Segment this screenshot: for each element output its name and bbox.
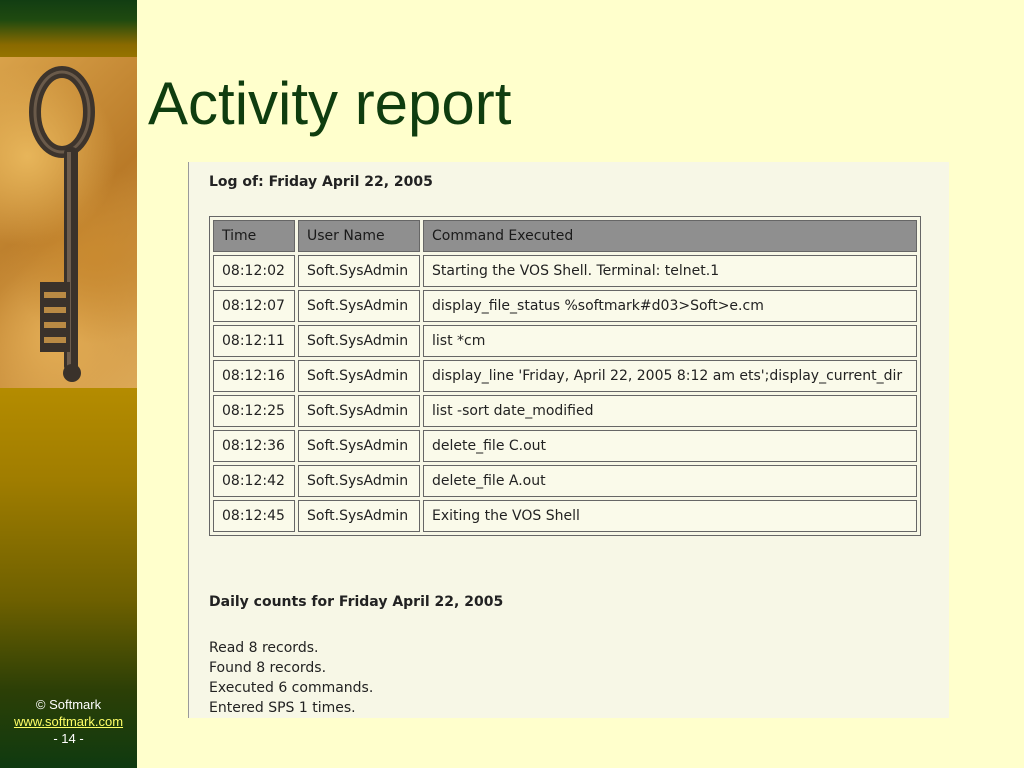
command-cell: display_file_status %softmark#d03>Soft>e… — [423, 290, 917, 322]
time-cell: 08:12:45 — [213, 500, 295, 532]
command-cell: Exiting the VOS Shell — [423, 500, 917, 532]
time-cell: 08:12:16 — [213, 360, 295, 392]
user-cell: Soft.SysAdmin — [298, 395, 420, 427]
report-panel: Log of: Friday April 22, 2005 Time User … — [188, 162, 949, 718]
time-cell: 08:12:07 — [213, 290, 295, 322]
command-cell: list *cm — [423, 325, 917, 357]
time-cell: 08:12:36 — [213, 430, 295, 462]
count-line: Read 8 records. — [209, 640, 319, 656]
column-header-time: Time — [213, 220, 295, 252]
table-row: 08:12:36 Soft.SysAdmin delete_file C.out — [213, 430, 917, 462]
old-key-icon — [0, 57, 137, 388]
count-line: Found 8 records. — [209, 660, 327, 676]
command-cell: Starting the VOS Shell. Terminal: telnet… — [423, 255, 917, 287]
time-cell: 08:12:02 — [213, 255, 295, 287]
slide-footer: © Softmark www.softmark.com - 14 - — [0, 696, 137, 747]
daily-counts-list: Read 8 records. Found 8 records. Execute… — [209, 638, 373, 718]
count-line: Entered SPS 1 times. — [209, 700, 356, 716]
command-cell: delete_file A.out — [423, 465, 917, 497]
count-line: Executed 6 commands. — [209, 680, 374, 696]
website-link[interactable]: www.softmark.com — [14, 714, 123, 729]
sidebar-band: © Softmark www.softmark.com - 14 - — [0, 0, 137, 768]
user-cell: Soft.SysAdmin — [298, 360, 420, 392]
log-heading: Log of: Friday April 22, 2005 — [209, 174, 433, 190]
user-cell: Soft.SysAdmin — [298, 465, 420, 497]
time-cell: 08:12:42 — [213, 465, 295, 497]
time-cell: 08:12:25 — [213, 395, 295, 427]
user-cell: Soft.SysAdmin — [298, 325, 420, 357]
activity-log-table: Time User Name Command Executed 08:12:02… — [209, 216, 921, 536]
command-cell: display_line 'Friday, April 22, 2005 8:1… — [423, 360, 917, 392]
table-header-row: Time User Name Command Executed — [213, 220, 917, 252]
table-row: 08:12:16 Soft.SysAdmin display_line 'Fri… — [213, 360, 917, 392]
table-row: 08:12:42 Soft.SysAdmin delete_file A.out — [213, 465, 917, 497]
command-cell: delete_file C.out — [423, 430, 917, 462]
table-row: 08:12:02 Soft.SysAdmin Starting the VOS … — [213, 255, 917, 287]
column-header-user-name: User Name — [298, 220, 420, 252]
copyright-text: © Softmark — [35, 697, 102, 712]
column-header-command: Command Executed — [423, 220, 917, 252]
user-cell: Soft.SysAdmin — [298, 430, 420, 462]
user-cell: Soft.SysAdmin — [298, 255, 420, 287]
time-cell: 08:12:11 — [213, 325, 295, 357]
table-row: 08:12:07 Soft.SysAdmin display_file_stat… — [213, 290, 917, 322]
page-number: - 14 - — [53, 731, 84, 746]
slide-title: Activity report — [148, 70, 512, 137]
table-row: 08:12:45 Soft.SysAdmin Exiting the VOS S… — [213, 500, 917, 532]
table-row: 08:12:11 Soft.SysAdmin list *cm — [213, 325, 917, 357]
user-cell: Soft.SysAdmin — [298, 290, 420, 322]
user-cell: Soft.SysAdmin — [298, 500, 420, 532]
daily-counts-heading: Daily counts for Friday April 22, 2005 — [209, 594, 504, 610]
command-cell: list -sort date_modified — [423, 395, 917, 427]
table-row: 08:12:25 Soft.SysAdmin list -sort date_m… — [213, 395, 917, 427]
